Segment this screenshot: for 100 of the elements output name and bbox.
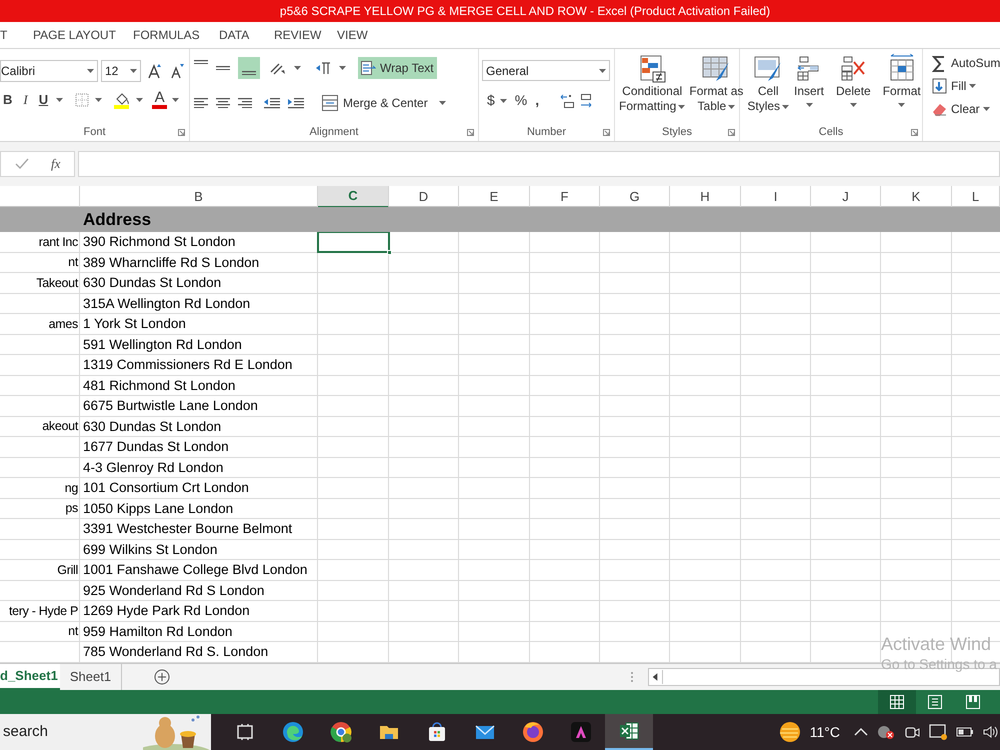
sheet-tab[interactable]: d_Sheet1 — [0, 664, 60, 690]
decrease-indent-icon — [264, 98, 280, 108]
style-button[interactable]: Format as Table — [689, 54, 744, 114]
table-brush-icon — [701, 54, 732, 84]
percent-button[interactable]: % — [514, 90, 528, 111]
selected-cell[interactable] — [318, 232, 389, 252]
taskbar-app[interactable] — [604, 714, 653, 750]
decrease-decimal-icon — [579, 94, 594, 108]
table-cell-text: 481 Richmond St London — [82, 376, 236, 394]
merge-center-button[interactable]: Merge & Center — [320, 92, 448, 114]
cell-brush-icon — [753, 54, 784, 84]
table-cell-text: 1 York St London — [82, 315, 186, 333]
search-box[interactable]: search — [0, 714, 211, 750]
chevron-up-icon — [854, 727, 868, 737]
bottom-align-button[interactable] — [238, 57, 260, 79]
caret-icon — [982, 107, 990, 111]
number-format-field[interactable]: General — [482, 60, 610, 81]
caret-icon — [294, 66, 301, 70]
dialog-launcher-icon — [467, 129, 474, 136]
table-cell-text: ames — [48, 316, 78, 333]
underline-button[interactable]: U — [36, 90, 52, 110]
top-align-icon — [194, 60, 208, 64]
editing-button[interactable]: AutoSum — [931, 53, 1000, 73]
cells-button[interactable]: Insert — [794, 54, 824, 107]
increase-indent-icon — [288, 98, 304, 108]
caret-icon — [782, 104, 790, 108]
caret-icon — [172, 98, 180, 102]
table-cell-text: 6675 Burtwistle Lane London — [82, 397, 258, 415]
style-button[interactable]: Conditional Formatting — [619, 54, 686, 114]
page-break-icon — [966, 695, 980, 709]
font-color-button[interactable]: A — [152, 91, 168, 109]
ribbon-tab[interactable]: PAGE LAYOUT — [33, 22, 133, 48]
editing-button[interactable]: Fill — [931, 76, 1000, 96]
table-cell-text: 1677 Dundas St London — [82, 438, 229, 456]
caret-icon — [850, 103, 857, 107]
table-cell-text: 630 Dundas St London — [82, 274, 222, 292]
table-cell-text: akeout — [42, 418, 78, 436]
caret-icon — [339, 66, 346, 70]
ribbon-tab[interactable]: REVIEW — [274, 22, 337, 48]
font-size-field[interactable]: 12 — [101, 60, 141, 82]
volume-icon — [982, 724, 1000, 740]
table-cell-text: 959 Hamilton Rd London — [82, 622, 232, 640]
dialog-launcher-icon — [178, 129, 185, 136]
table-cell-text: nt — [68, 623, 78, 640]
network-icon — [876, 724, 896, 740]
font-size: 12 — [105, 63, 118, 80]
caret-icon — [95, 98, 102, 102]
table-cell-text: tery - Hyde P — [8, 602, 78, 620]
currency-button[interactable]: $ — [487, 90, 495, 111]
table-cell-text: 591 Wellington Rd London — [82, 336, 242, 354]
cells-button[interactable]: Format — [882, 54, 921, 107]
view-button[interactable] — [878, 690, 916, 714]
formula-input-field[interactable] — [78, 151, 1000, 177]
ribbon-tab[interactable]: T — [0, 22, 33, 48]
fill-handle[interactable] — [387, 250, 392, 256]
caret-icon — [87, 69, 94, 73]
browser-wave-icon — [282, 721, 304, 743]
bold-button[interactable]: B — [0, 90, 16, 110]
orientation-icon — [270, 61, 286, 75]
cells-button[interactable]: Delete — [836, 54, 871, 107]
group-label: Styles — [662, 124, 692, 140]
caret-icon — [599, 68, 606, 72]
table-cell-text: 389 Wharncliffe Rd S London — [82, 254, 260, 272]
align-right-icon — [238, 98, 252, 108]
creative-app-icon — [570, 721, 592, 743]
number-format: General — [486, 62, 529, 80]
caret-icon — [136, 98, 144, 102]
comma-button[interactable]: , — [535, 90, 550, 111]
ribbon-tab[interactable]: DATA — [219, 22, 274, 48]
font-name: Calibri — [1, 63, 36, 80]
table-cell-text: Takeout — [36, 274, 78, 292]
table-cell-text: 315A Wellington Rd London — [82, 294, 250, 313]
browser-circle-icon — [330, 721, 352, 743]
group-label: Cells — [818, 124, 844, 140]
table-cell-text: 925 Wonderland Rd S London — [82, 582, 264, 600]
table-cell-text: 1050 Kipps Lane London — [82, 500, 234, 518]
font-name-field[interactable]: Calibri — [0, 60, 98, 82]
battery-icon — [956, 726, 974, 738]
table-cell-text: 1269 Hyde Park Rd London — [82, 602, 250, 620]
weather-icon — [778, 721, 802, 743]
italic-button[interactable]: I — [20, 90, 31, 110]
table-cell-text: 630 Dundas St London — [82, 418, 222, 436]
table-cell-text: ps — [65, 500, 78, 518]
table-cell-text: Grill — [57, 562, 78, 579]
table-cell-text: rant Inc — [38, 234, 78, 251]
dialog-launcher-icon — [911, 129, 918, 136]
ribbon-tab[interactable]: FORMULAS — [133, 22, 219, 48]
column-header[interactable]: C — [318, 186, 389, 208]
style-button[interactable]: Cell Styles — [747, 54, 790, 114]
display-icon — [928, 723, 948, 741]
grow-font-icon — [147, 63, 163, 79]
ribbon-tab[interactable]: VIEW — [337, 22, 387, 48]
table-cell-text: ng — [64, 480, 78, 497]
spreadsheet-icon — [618, 720, 640, 742]
window-title: p5&6 SCRAPE YELLOW PG & MERGE CELL AND ROW - Excel (Product Activation Failed) — [278, 3, 770, 20]
dialog-launcher-icon — [728, 129, 735, 136]
group-label: Alignment — [310, 124, 358, 140]
editing-button[interactable]: Clear — [931, 99, 1000, 119]
wrap-text-button[interactable]: Wrap Text — [358, 57, 437, 79]
activation-hint: Go to Settings to a — [881, 655, 997, 674]
